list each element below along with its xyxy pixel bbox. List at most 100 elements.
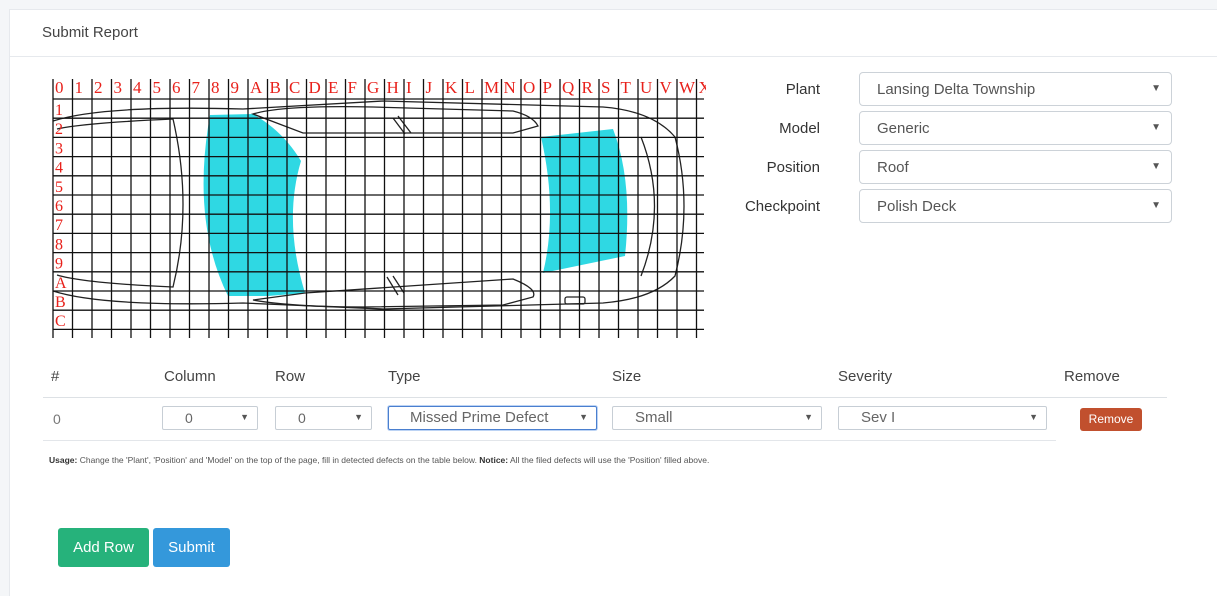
type-select[interactable]: Missed Prime Defect ▼ bbox=[388, 406, 597, 430]
severity-select[interactable]: Sev I ▼ bbox=[838, 406, 1047, 430]
header-severity: Severity bbox=[838, 368, 893, 385]
model-label: Model bbox=[779, 120, 820, 137]
position-value: Roof bbox=[877, 159, 909, 176]
model-row: Model Generic ▼ bbox=[700, 111, 1200, 147]
plant-label: Plant bbox=[785, 81, 820, 98]
grid-column-label: 4 bbox=[133, 78, 142, 97]
grid-column-label: F bbox=[348, 78, 357, 97]
position-row: Position Roof ▼ bbox=[700, 150, 1200, 186]
grid-column-label: D bbox=[309, 78, 321, 97]
grid-column-label: S bbox=[601, 78, 610, 97]
header-type: Type bbox=[388, 368, 421, 385]
model-value: Generic bbox=[877, 120, 930, 137]
grid-row-label: 3 bbox=[55, 140, 63, 157]
size-select-value: Small bbox=[635, 409, 673, 426]
chevron-down-icon: ▼ bbox=[1151, 161, 1161, 172]
size-select[interactable]: Small ▼ bbox=[612, 406, 822, 430]
usage-label: Usage: bbox=[49, 455, 78, 465]
grid-row-label: 2 bbox=[55, 121, 63, 138]
grid-column-label: 6 bbox=[172, 78, 181, 97]
car-grid-svg[interactable]: 0123456789ABCDEFGHIJKLMNOPQRSTUVWX 12345… bbox=[43, 71, 706, 340]
column-select[interactable]: 0 ▼ bbox=[162, 406, 258, 430]
grid-column-label: W bbox=[679, 78, 696, 97]
notice-label: Notice: bbox=[479, 455, 509, 465]
grid-column-label: R bbox=[582, 78, 594, 97]
checkpoint-row: Checkpoint Polish Deck ▼ bbox=[700, 189, 1200, 225]
checkpoint-select[interactable]: Polish Deck ▼ bbox=[859, 189, 1172, 223]
grid-column-label: 7 bbox=[192, 78, 201, 97]
type-select-value: Missed Prime Defect bbox=[410, 409, 549, 426]
column-labels: 0123456789ABCDEFGHIJKLMNOPQRSTUVWX bbox=[55, 78, 706, 97]
plant-row: Plant Lansing Delta Township ▼ bbox=[700, 72, 1200, 108]
chevron-down-icon: ▼ bbox=[354, 412, 363, 422]
grid-column-label: N bbox=[504, 78, 516, 97]
grid-column-label: Q bbox=[562, 78, 574, 97]
header-num: # bbox=[51, 368, 60, 385]
header-size: Size bbox=[612, 368, 642, 385]
defect-table-header: # Column Row Type Size Severity Remove bbox=[43, 362, 1167, 398]
grid-column-label: 5 bbox=[153, 78, 162, 97]
grid-column-label: I bbox=[406, 78, 412, 97]
grid-row-label: 8 bbox=[55, 236, 63, 253]
grid-row-label: A bbox=[55, 275, 67, 292]
grid-column-label: 2 bbox=[94, 78, 103, 97]
add-row-button[interactable]: Add Row bbox=[58, 528, 149, 567]
notice-text: All the filed defects will use the 'Posi… bbox=[508, 455, 710, 465]
grid-column-label: O bbox=[523, 78, 535, 97]
chevron-down-icon: ▼ bbox=[240, 412, 249, 422]
row-select[interactable]: 0 ▼ bbox=[275, 406, 372, 430]
chevron-down-icon: ▼ bbox=[1151, 200, 1161, 211]
grid-row-label: 7 bbox=[55, 217, 63, 234]
plant-value: Lansing Delta Township bbox=[877, 81, 1036, 98]
grid-row-label: 9 bbox=[55, 256, 63, 273]
usage-note: Usage: Change the 'Plant', 'Position' an… bbox=[49, 455, 709, 465]
car-defect-grid[interactable]: 0123456789ABCDEFGHIJKLMNOPQRSTUVWX 12345… bbox=[43, 71, 706, 340]
model-select[interactable]: Generic ▼ bbox=[859, 111, 1172, 145]
chevron-down-icon: ▼ bbox=[1151, 122, 1161, 133]
checkpoint-value: Polish Deck bbox=[877, 198, 957, 215]
grid-column-label: U bbox=[640, 78, 652, 97]
grid-column-label: B bbox=[270, 78, 281, 97]
submit-button[interactable]: Submit bbox=[153, 528, 230, 567]
grid-row-label: 6 bbox=[55, 198, 63, 215]
grid-column-label: P bbox=[543, 78, 552, 97]
header-remove: Remove bbox=[1064, 368, 1120, 385]
grid-column-label: V bbox=[660, 78, 673, 97]
remove-row-button[interactable]: Remove bbox=[1080, 408, 1142, 431]
grid-column-label: A bbox=[250, 78, 263, 97]
table-row: 0 0 ▼ 0 ▼ Missed Prime Defect ▼ Small ▼ … bbox=[43, 398, 1142, 441]
column-select-value: 0 bbox=[185, 410, 193, 426]
grid-column-label: K bbox=[445, 78, 458, 97]
grid-row-label: 1 bbox=[55, 102, 63, 119]
grid-row-label: 5 bbox=[55, 179, 63, 196]
row-labels: 1 2 3 4 5 6 7 8 9 ABC bbox=[55, 102, 67, 330]
grid-column-label: 9 bbox=[231, 78, 240, 97]
header-column: Column bbox=[164, 368, 216, 385]
grid-row-label: B bbox=[55, 294, 66, 311]
grid-row-label: 4 bbox=[55, 160, 63, 177]
rear-window-highlight bbox=[541, 129, 628, 273]
chevron-down-icon: ▼ bbox=[579, 412, 588, 422]
position-label: Position bbox=[766, 159, 820, 176]
grid-column-label: 1 bbox=[75, 78, 84, 97]
grid-column-label: T bbox=[621, 78, 632, 97]
grid-column-label: L bbox=[465, 78, 475, 97]
row-select-value: 0 bbox=[298, 410, 306, 426]
grid-column-label: 8 bbox=[211, 78, 220, 97]
position-select[interactable]: Roof ▼ bbox=[859, 150, 1172, 184]
grid-column-label: J bbox=[426, 78, 433, 97]
grid-column-label: G bbox=[367, 78, 379, 97]
grid-column-label: C bbox=[289, 78, 300, 97]
grid-column-label: H bbox=[387, 78, 399, 97]
page-title: Submit Report bbox=[42, 24, 138, 41]
windshield-highlight bbox=[203, 114, 305, 296]
plant-select[interactable]: Lansing Delta Township ▼ bbox=[859, 72, 1172, 106]
usage-text: Change the 'Plant', 'Position' and 'Mode… bbox=[77, 455, 480, 465]
chevron-down-icon: ▼ bbox=[1029, 412, 1038, 422]
header-row: Row bbox=[275, 368, 306, 385]
grid-column-label: M bbox=[484, 78, 499, 97]
chevron-down-icon: ▼ bbox=[804, 412, 813, 422]
row-number: 0 bbox=[53, 411, 61, 427]
card-header: Submit Report bbox=[10, 10, 1217, 57]
chevron-down-icon: ▼ bbox=[1151, 83, 1161, 94]
